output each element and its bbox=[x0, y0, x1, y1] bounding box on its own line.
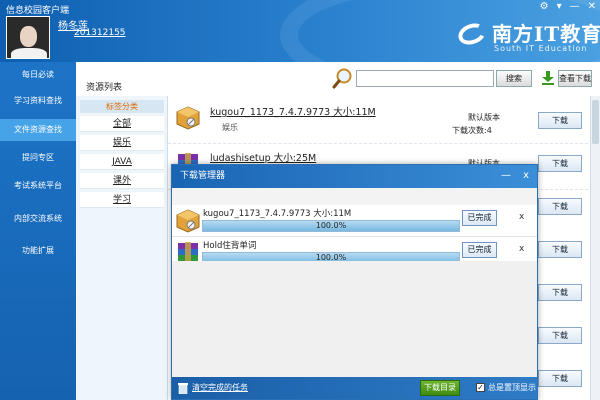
scrollbar-thumb[interactable] bbox=[592, 100, 599, 144]
trash-icon[interactable] bbox=[178, 382, 188, 394]
completed-button[interactable]: 已完成 bbox=[462, 210, 497, 226]
completed-button[interactable]: 已完成 bbox=[462, 242, 497, 258]
page-title: 资源列表 bbox=[86, 83, 123, 93]
search-icon[interactable] bbox=[332, 67, 354, 89]
sidebar-item-study-materials[interactable]: 学习资料查找 bbox=[0, 90, 76, 112]
brand-name-cn: 南方IT教育 bbox=[492, 22, 600, 46]
category-item-java[interactable]: JAVA bbox=[80, 154, 164, 170]
sidebar: 每日必读 学习资料查找 文件资源查找 提问专区 考试系统平台 内部交流系统 功能… bbox=[0, 62, 76, 400]
sidebar-item-file-resources[interactable]: 文件资源查找 bbox=[0, 119, 76, 141]
dialog-footer: 清空完成的任务 下载目录 ✓ 总是置顶显示 bbox=[172, 377, 537, 399]
category-panel: 标签分类 全部 娱乐 JAVA 课外 学习 bbox=[76, 96, 168, 400]
sidebar-item-exam-system[interactable]: 考试系统平台 bbox=[0, 175, 76, 197]
task-name: Hold住背单词 bbox=[203, 241, 257, 251]
always-on-top-label: 总是置顶显示 bbox=[488, 383, 536, 392]
dialog-close-icon[interactable]: x bbox=[523, 165, 529, 187]
avatar[interactable] bbox=[6, 16, 50, 59]
resource-name-link[interactable]: kugou7_1173_7.4.7.9773 大小:11M bbox=[210, 104, 376, 118]
package-icon bbox=[176, 106, 200, 130]
avatar-face bbox=[20, 26, 37, 47]
download-arrow-icon bbox=[542, 71, 554, 85]
brand-name-en: South IT Education bbox=[494, 44, 588, 53]
download-button[interactable]: 下载 bbox=[538, 284, 582, 301]
remove-task-icon[interactable]: x bbox=[519, 212, 524, 222]
download-directory-button[interactable]: 下载目录 bbox=[420, 380, 460, 396]
resource-name-link[interactable]: ludashisetup 大小:25M bbox=[210, 150, 316, 164]
minimize-icon[interactable]: — bbox=[570, 1, 580, 12]
download-button[interactable]: 下载 bbox=[538, 327, 582, 344]
resource-version: 默认版本 bbox=[468, 113, 500, 122]
category-header: 标签分类 bbox=[80, 100, 164, 113]
always-on-top-checkbox[interactable]: ✓ bbox=[476, 383, 485, 392]
download-button[interactable]: 下载 bbox=[538, 241, 582, 258]
settings-icon[interactable]: ⚙ bbox=[540, 1, 549, 12]
view-downloads-button[interactable]: 查看下载 bbox=[558, 70, 592, 87]
close-icon[interactable]: ✕ bbox=[588, 1, 596, 12]
resource-tag: 娱乐 bbox=[222, 123, 238, 132]
resource-list-scrollbar[interactable] bbox=[590, 96, 600, 400]
avatar-shoulder bbox=[11, 48, 47, 58]
download-manager-dialog: 下载管理器 — x kugou7_1173_7.4.7.9773 大小:11M … bbox=[171, 164, 538, 400]
list-item: kugou7_1173_7.4.7.9773 大小:11M 娱乐 默认版本 下载… bbox=[168, 98, 588, 144]
sidebar-item-internal-chat[interactable]: 内部交流系统 bbox=[0, 208, 76, 230]
user-id-link[interactable]: 201312155 bbox=[74, 28, 126, 38]
window-controls: ⚙ ▾ — ✕ bbox=[540, 1, 596, 12]
download-button[interactable]: 下载 bbox=[538, 198, 582, 215]
sidebar-item-daily-reading[interactable]: 每日必读 bbox=[0, 64, 76, 86]
dialog-minimize-icon[interactable]: — bbox=[501, 165, 511, 187]
menu-dropdown-icon[interactable]: ▾ bbox=[557, 1, 562, 12]
sidebar-item-questions[interactable]: 提问专区 bbox=[0, 147, 76, 169]
search-input[interactable] bbox=[356, 70, 494, 87]
download-task: kugou7_1173_7.4.7.9773 大小:11M 100.0% 已完成… bbox=[172, 205, 537, 237]
category-item-entertainment[interactable]: 娱乐 bbox=[80, 135, 164, 151]
download-button[interactable]: 下载 bbox=[538, 112, 582, 129]
progress-bar: 100.0% bbox=[202, 220, 460, 232]
sidebar-item-extensions[interactable]: 功能扩展 bbox=[0, 240, 76, 262]
clear-completed-link[interactable]: 清空完成的任务 bbox=[192, 382, 248, 393]
package-icon bbox=[176, 209, 200, 233]
download-button[interactable]: 下载 bbox=[538, 155, 582, 172]
progress-text: 100.0% bbox=[315, 221, 347, 230]
search-button[interactable]: 搜索 bbox=[496, 70, 532, 87]
app-title: 信息校园客户端 bbox=[6, 6, 70, 16]
category-item-extracurricular[interactable]: 课外 bbox=[80, 173, 164, 189]
category-item-all[interactable]: 全部 bbox=[80, 116, 164, 132]
app-header: 信息校园客户端 杨冬莲 201312155 ⚙ ▾ — ✕ 南方IT教育 Sou… bbox=[0, 0, 600, 62]
download-button[interactable]: 下载 bbox=[538, 370, 582, 387]
category-item-study[interactable]: 学习 bbox=[80, 192, 164, 208]
download-list-empty-area bbox=[172, 261, 537, 377]
resource-download-count: 下载次数:4 bbox=[452, 126, 492, 135]
remove-task-icon[interactable]: x bbox=[519, 244, 524, 254]
dialog-title: 下载管理器 bbox=[172, 165, 537, 188]
task-name: kugou7_1173_7.4.7.9773 大小:11M bbox=[203, 209, 352, 219]
